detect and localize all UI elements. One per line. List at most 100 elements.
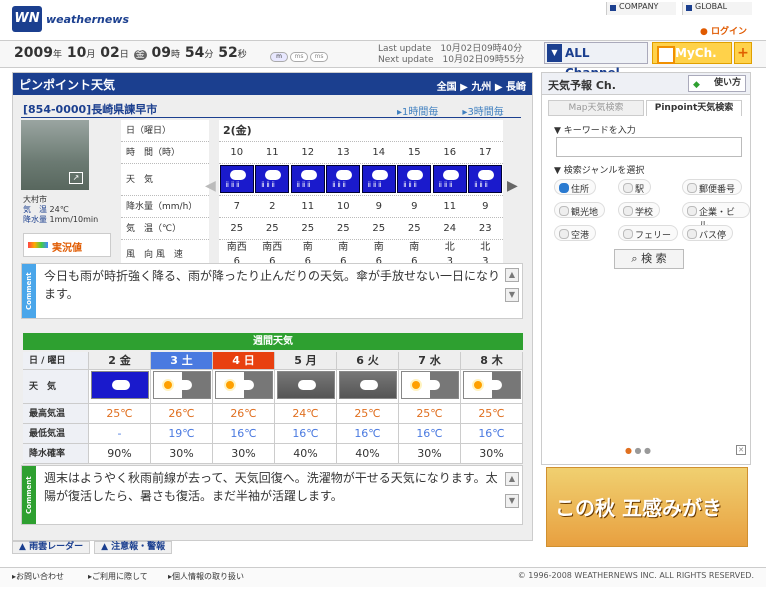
tab-pinpoint-search[interactable]: Pinpoint天気検索	[646, 100, 742, 116]
ad-banner[interactable]: この秋 五感みがき	[546, 467, 748, 547]
precip-cell: 11	[301, 201, 315, 212]
bottom-links: ▲ 雨雲レーダー ▲ 注意報・警報	[12, 541, 533, 555]
weekly-icon-cell	[89, 370, 151, 403]
scroll-up-icon[interactable]: ▲	[505, 472, 519, 486]
rain-icon	[255, 165, 290, 193]
cloud-shape	[483, 380, 502, 390]
ad-text: この秋 五感みがき	[555, 496, 722, 520]
wind-direction: 北	[444, 242, 455, 253]
prev-arrow-icon[interactable]: ◀	[205, 178, 216, 194]
unit-button-ms[interactable]: ms	[290, 52, 308, 62]
genre-company[interactable]: 企業・ビル	[682, 202, 750, 231]
genre-airport[interactable]: 空港	[554, 225, 597, 241]
comment-tag: Comment	[22, 466, 36, 524]
genre-bus[interactable]: バス停	[682, 225, 734, 241]
weekly-header: 週間天気	[23, 333, 523, 350]
wind-direction: 南	[302, 242, 313, 253]
global-link[interactable]: GLOBAL	[682, 2, 752, 15]
scroll-down-icon[interactable]: ▼	[505, 288, 519, 302]
contact-link[interactable]: ▸お問い合わせ	[12, 571, 64, 582]
genre-school[interactable]: 学校	[618, 202, 661, 218]
add-channel-button[interactable]: +	[734, 42, 752, 64]
precip-cell: 2	[269, 201, 276, 212]
weekly-max-cell: 25℃	[461, 404, 523, 423]
sun-shape	[223, 379, 236, 391]
keyword-input[interactable]	[556, 137, 742, 157]
privacy-link[interactable]: ▸個人情報の取り扱い	[168, 571, 244, 582]
terms-link[interactable]: ▸ご利用に際して	[88, 571, 148, 582]
precip-cell: 7	[233, 201, 240, 212]
weekly-day-cell: 4 日	[213, 352, 275, 369]
wind-direction: 南	[409, 242, 420, 253]
weekly-icon-cell	[337, 370, 399, 403]
sun-cloud-icon	[214, 371, 273, 399]
company-link[interactable]: COMPANY	[606, 2, 676, 15]
precip-cell: 9	[482, 201, 489, 212]
weekly-max-label: 最高気温	[23, 404, 89, 423]
sun-cloud-icon	[400, 371, 459, 399]
weekly-day-cell: 8 木	[461, 352, 523, 369]
hour-cell: 14	[372, 147, 386, 158]
obs-rain-label: 降水量	[23, 215, 47, 224]
sun-shape	[471, 379, 484, 391]
expand-icon[interactable]: ↗	[69, 172, 83, 184]
site-logo[interactable]: WN weathernews	[12, 6, 129, 32]
temp-cell: 25	[336, 223, 350, 234]
hour-cell: 16	[443, 147, 457, 158]
weekly-day-cell: 3 土	[151, 352, 213, 369]
label-temp: 気 温（℃）	[121, 218, 209, 240]
search-button[interactable]: ⌕ 検 索	[614, 249, 684, 269]
temp-cell: 23	[478, 223, 492, 234]
breadcrumb[interactable]: 全国 ▶ 九州 ▶ 長崎	[437, 78, 526, 93]
actual-values-button[interactable]: 実況値	[23, 233, 111, 257]
rain-icon	[326, 165, 361, 193]
genre-address[interactable]: 住所	[554, 179, 597, 195]
unit-button-m[interactable]: m	[270, 52, 288, 62]
weekly-forecast-table: 日 / 曜日 2 金3 土4 日5 月6 火7 水8 木 天 気 最高気温 25℃ 2…	[23, 352, 523, 464]
weekly-pop-cell: 30%	[151, 444, 213, 463]
close-icon[interactable]: ✕	[736, 445, 746, 455]
temp-cell: 24	[443, 223, 457, 234]
comment-text: 週末はようやく秋雨前線が去って、天気回復へ。洗濯物が干せる天気になります。太陽が…	[44, 471, 498, 503]
weekly-pop-cell: 30%	[213, 444, 275, 463]
pager-dots[interactable]: ● ● ●	[625, 446, 651, 455]
rain-icon	[432, 165, 467, 193]
weekly-max-row: 最高気温 25℃ 26℃ 26℃ 24℃ 25℃ 25℃ 25℃	[23, 404, 523, 424]
rain-radar-link[interactable]: ▲ 雨雲レーダー	[12, 541, 91, 554]
genre-station[interactable]: 駅	[618, 179, 652, 195]
hour-cell: 13	[336, 147, 350, 158]
genre-sightseeing[interactable]: 観光地	[554, 202, 606, 218]
cloud-icon	[338, 371, 397, 399]
login-label: ログイン	[711, 27, 748, 37]
weekly-icon-cell	[399, 370, 461, 403]
logo-mark: WN	[12, 6, 42, 32]
rain-icon	[290, 165, 325, 193]
my-channel-button[interactable]: MyCh.	[652, 42, 732, 64]
panel-title: ピンポイント天気	[19, 78, 116, 92]
tab-map-search[interactable]: Map天気検索	[548, 100, 644, 116]
weekly-min-cell: 16℃	[461, 424, 523, 443]
temp-cell: 25	[407, 223, 421, 234]
weekly-icon-cell	[461, 370, 523, 403]
wind-direction: 南西	[226, 242, 247, 253]
daily-comment: Comment 今日も雨が時折強く降る、雨が降ったり止んだりの天気。傘が手放せな…	[21, 263, 523, 319]
cloud-shape	[359, 380, 378, 390]
scroll-up-icon[interactable]: ▲	[505, 268, 519, 282]
all-channel-button[interactable]: ALL Channel	[544, 42, 648, 80]
howto-button[interactable]: ◆ 使い方	[688, 75, 746, 92]
unit-button-ms2[interactable]: ms	[310, 52, 328, 62]
genre-ferry[interactable]: フェリー	[618, 225, 679, 241]
login-link[interactable]: ● ログイン	[700, 24, 747, 37]
search-tabs: Map天気検索 Pinpoint天気検索	[548, 100, 744, 116]
next-arrow-icon[interactable]: ▶	[507, 178, 518, 194]
scroll-down-icon[interactable]: ▼	[505, 494, 519, 508]
warnings-link[interactable]: ▲ 注意報・警報	[94, 541, 173, 554]
genre-postal[interactable]: 郵便番号	[682, 179, 743, 195]
weekly-min-label: 最低気温	[23, 424, 89, 443]
weekly-pop-cell: 90%	[89, 444, 151, 463]
weekly-min-cell: 19℃	[151, 424, 213, 443]
temp-cell: 25	[230, 223, 244, 234]
thermo-icon	[28, 242, 48, 248]
hourly-row-labels: 日（曜日） 時 間（時） 天 気 降水量（mm/h） 気 温（℃） 風 向 風 …	[121, 120, 209, 290]
live-camera-thumbnail[interactable]: ↗	[21, 120, 89, 190]
